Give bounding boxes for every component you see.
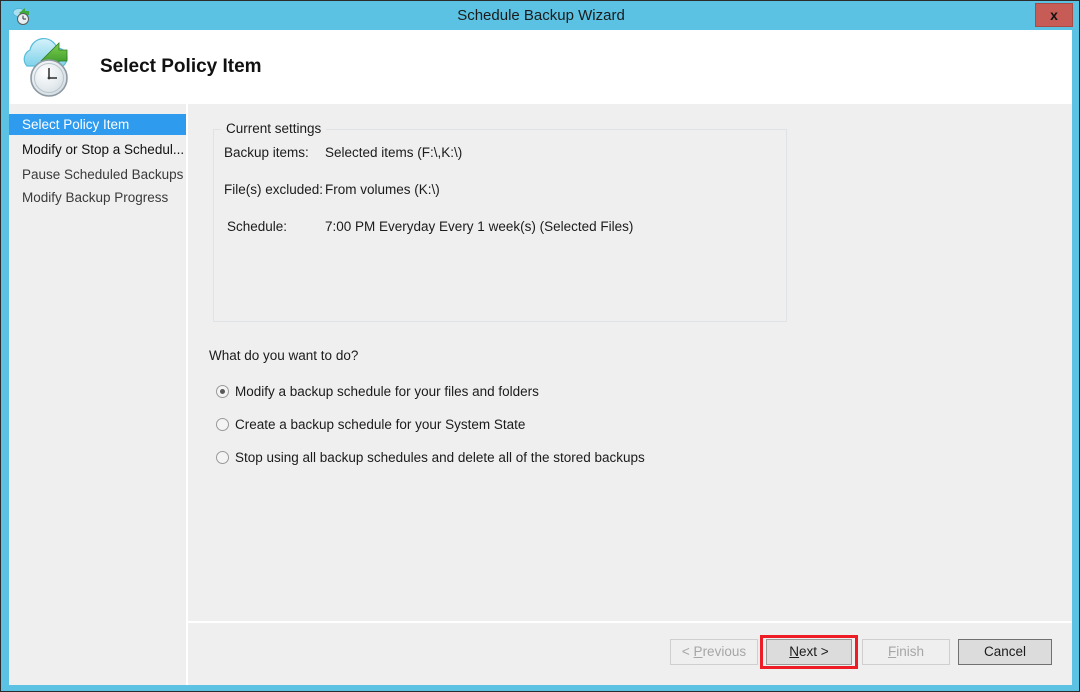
schedule-backup-wizard-window: Schedule Backup Wizard x Select Policy I… bbox=[0, 0, 1080, 692]
wizard-content: Current settings Backup items: Selected … bbox=[188, 104, 1072, 685]
next-accel: N bbox=[789, 644, 800, 659]
next-rest: ext > bbox=[799, 644, 829, 659]
wizard-header: Select Policy Item bbox=[9, 30, 1072, 104]
groupbox-legend: Current settings bbox=[222, 120, 326, 138]
window-title: Schedule Backup Wizard bbox=[457, 7, 625, 24]
finish-accel: F bbox=[887, 644, 897, 659]
radio-label: Stop using all backup schedules and dele… bbox=[235, 450, 645, 465]
wizard-footer: < Previous Next > Finish Cancel bbox=[188, 623, 1072, 685]
radio-icon[interactable] bbox=[216, 418, 229, 431]
previous-accel: P bbox=[693, 644, 703, 659]
previous-button[interactable]: < Previous bbox=[670, 639, 758, 665]
groupbox-top-border-right bbox=[326, 129, 787, 130]
previous-prefix: < bbox=[681, 644, 694, 659]
sidebar-item-select-policy-item[interactable]: Select Policy Item bbox=[9, 114, 186, 135]
schedule-label: Schedule: bbox=[227, 219, 288, 234]
question-prompt: What do you want to do? bbox=[209, 348, 359, 363]
sidebar-item-modify-or-stop-a-schedule[interactable]: Modify or Stop a Schedul... bbox=[9, 139, 186, 160]
sidebar-item-modify-backup-progress[interactable]: Modify Backup Progress bbox=[9, 187, 186, 208]
next-button[interactable]: Next > bbox=[766, 639, 852, 665]
radio-label: Create a backup schedule for your System… bbox=[235, 417, 526, 432]
files-excluded-label: File(s) excluded: bbox=[224, 182, 324, 197]
groupbox-top-border-left bbox=[213, 129, 221, 130]
wizard-steps-sidebar: Select Policy Item Modify or Stop a Sche… bbox=[9, 104, 186, 685]
wizard-body: Select Policy Item Modify or Stop a Sche… bbox=[9, 104, 1072, 685]
files-excluded-value: From volumes (K:\) bbox=[325, 182, 440, 197]
cloud-backup-clock-icon bbox=[15, 34, 85, 100]
radio-icon[interactable] bbox=[216, 385, 229, 398]
radio-icon[interactable] bbox=[216, 451, 229, 464]
close-icon[interactable]: x bbox=[1035, 3, 1073, 27]
sidebar-item-label: Select Policy Item bbox=[22, 117, 130, 132]
sidebar-item-label: Pause Scheduled Backups bbox=[22, 167, 184, 182]
schedule-value: 7:00 PM Everyday Every 1 week(s) (Select… bbox=[325, 219, 634, 234]
sidebar-item-pause-scheduled-backups[interactable]: Pause Scheduled Backups bbox=[9, 164, 186, 185]
finish-button[interactable]: Finish bbox=[862, 639, 950, 665]
sidebar-item-label: Modify Backup Progress bbox=[22, 190, 169, 205]
title-bar: Schedule Backup Wizard x bbox=[2, 2, 1079, 29]
finish-rest: inish bbox=[896, 644, 924, 659]
cancel-button[interactable]: Cancel bbox=[958, 639, 1052, 665]
backup-items-value: Selected items (F:\,K:\) bbox=[325, 145, 463, 160]
previous-rest: revious bbox=[702, 644, 747, 659]
backup-items-label: Backup items: bbox=[224, 145, 309, 160]
page-title: Select Policy Item bbox=[100, 56, 262, 77]
radio-label: Modify a backup schedule for your files … bbox=[235, 384, 539, 399]
sidebar-item-label: Modify or Stop a Schedul... bbox=[22, 142, 185, 157]
